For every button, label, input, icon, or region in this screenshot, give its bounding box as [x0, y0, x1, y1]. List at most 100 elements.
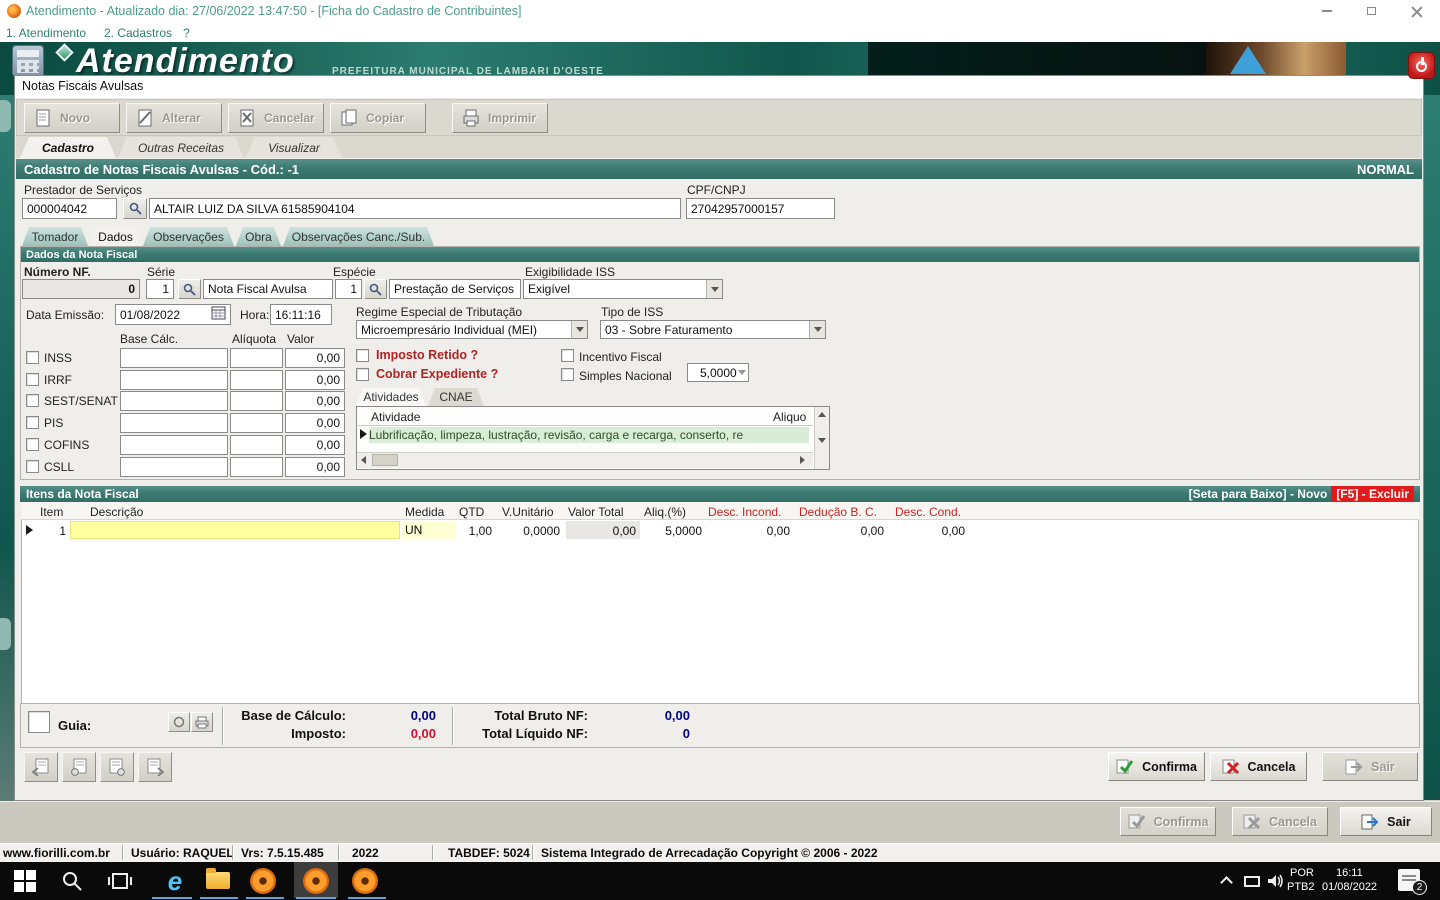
tray-clock-time[interactable]: 16:11: [1336, 867, 1363, 879]
sest-aliquota-input[interactable]: [230, 391, 283, 411]
calendar-icon[interactable]: [211, 306, 226, 323]
csll-aliquota-input[interactable]: [230, 457, 283, 477]
tray-clock-date[interactable]: 01/08/2022: [1322, 881, 1377, 893]
minimize-button[interactable]: [1312, 4, 1342, 18]
close-button[interactable]: [1402, 4, 1432, 18]
serie-desc-input[interactable]: Nota Fiscal Avulsa: [203, 279, 333, 299]
pis-valor-input[interactable]: 0,00: [285, 413, 345, 433]
cofins-base-input[interactable]: [120, 435, 228, 455]
tab-atividades[interactable]: Atividades: [356, 388, 426, 406]
alterar-button[interactable]: Alterar: [126, 103, 222, 133]
irrf-base-input[interactable]: [120, 370, 228, 390]
menu-help[interactable]: ?: [183, 26, 190, 40]
guia-checkbox[interactable]: [28, 711, 50, 733]
menu-atendimento[interactable]: 1. Atendimento: [6, 26, 86, 40]
tray-keyboard-layout[interactable]: PTB2: [1287, 881, 1315, 893]
novo-button[interactable]: Novo: [24, 103, 120, 133]
aliq-cell[interactable]: 5,0000: [644, 524, 702, 538]
scroll-right-icon[interactable]: [800, 456, 805, 464]
vunitario-cell[interactable]: 0,0000: [500, 524, 560, 538]
serie-input[interactable]: 1: [146, 279, 174, 299]
taskbar-ie-button[interactable]: e: [158, 864, 192, 898]
hscroll-thumb[interactable]: [372, 454, 398, 466]
chevron-down-icon[interactable]: [706, 280, 722, 298]
scroll-down-icon[interactable]: [818, 438, 826, 443]
tab-observacoes-canc[interactable]: Observações Canc./Sub.: [283, 227, 434, 246]
start-button[interactable]: [14, 870, 36, 892]
simples-checkbox[interactable]: [561, 368, 574, 381]
inss-valor-input[interactable]: 0,00: [285, 348, 345, 368]
tray-language[interactable]: POR: [1290, 867, 1314, 879]
outer-cancela-button[interactable]: Cancela: [1232, 807, 1328, 836]
tab-outras-receitas[interactable]: Outras Receitas: [118, 137, 244, 158]
serie-search-button[interactable]: [178, 279, 201, 299]
pis-aliquota-input[interactable]: [230, 413, 283, 433]
inss-checkbox[interactable]: [26, 351, 39, 364]
item-cell[interactable]: 1: [40, 524, 66, 538]
prestador-search-button[interactable]: [123, 198, 147, 219]
exigibilidade-select[interactable]: Exigível: [523, 279, 723, 299]
tab-cadastro[interactable]: Cadastro: [20, 137, 116, 158]
scroll-up-icon[interactable]: [818, 412, 826, 417]
tab-cnae[interactable]: CNAE: [428, 388, 484, 406]
tab-obra[interactable]: Obra: [236, 227, 281, 246]
sest-base-input[interactable]: [120, 391, 228, 411]
cancela-button[interactable]: Cancela: [1210, 752, 1307, 781]
confirma-button[interactable]: Confirma: [1108, 752, 1205, 781]
menu-cadastros[interactable]: 2. Cadastros: [104, 26, 172, 40]
desc-cond-cell[interactable]: 0,00: [895, 524, 965, 538]
desc-incond-cell[interactable]: 0,00: [720, 524, 790, 538]
task-view-button[interactable]: [108, 870, 132, 895]
taskbar-app1-button[interactable]: [250, 868, 276, 894]
cobrar-expediente-checkbox[interactable]: [356, 368, 369, 381]
prestador-name-input[interactable]: ALTAIR LUIZ DA SILVA 61585904104: [149, 198, 681, 219]
nav-prev-button[interactable]: [62, 752, 96, 782]
irrf-checkbox[interactable]: [26, 373, 39, 386]
taskbar-search-button[interactable]: [60, 869, 84, 896]
inss-base-input[interactable]: [120, 348, 228, 368]
taskbar-app3-button[interactable]: [352, 868, 378, 894]
outer-confirma-button[interactable]: Confirma: [1120, 807, 1216, 836]
chevron-down-icon[interactable]: [809, 321, 825, 338]
sest-valor-input[interactable]: 0,00: [285, 391, 345, 411]
imposto-retido-checkbox[interactable]: [356, 349, 369, 362]
nav-first-button[interactable]: [24, 752, 58, 782]
qtd-cell[interactable]: 1,00: [448, 524, 492, 538]
csll-checkbox[interactable]: [26, 460, 39, 473]
imprimir-button[interactable]: Imprimir: [452, 103, 548, 133]
volume-icon[interactable]: [1266, 872, 1286, 893]
deducao-cell[interactable]: 0,00: [814, 524, 884, 538]
taskbar-explorer-button[interactable]: [206, 868, 230, 889]
cofins-checkbox[interactable]: [26, 438, 39, 451]
network-icon[interactable]: [1244, 876, 1260, 887]
regime-select[interactable]: Microempresário Individual (MEI): [356, 320, 588, 339]
sair-button-inner[interactable]: Sair: [1322, 752, 1418, 781]
csll-valor-input[interactable]: 0,00: [285, 457, 345, 477]
valor-total-cell[interactable]: 0,00: [570, 524, 636, 538]
simples-valor-select[interactable]: 5,0000: [687, 363, 749, 382]
incentivo-checkbox[interactable]: [561, 349, 574, 362]
irrf-valor-input[interactable]: 0,00: [285, 370, 345, 390]
especie-desc-input[interactable]: Prestação de Serviços: [389, 279, 521, 299]
inss-aliquota-input[interactable]: [230, 348, 283, 368]
numero-nf-input[interactable]: 0: [22, 279, 140, 299]
especie-input[interactable]: 1: [335, 279, 362, 299]
guia-view-button[interactable]: [168, 712, 190, 732]
cofins-aliquota-input[interactable]: [230, 435, 283, 455]
descricao-cell[interactable]: [70, 521, 400, 539]
cancelar-button[interactable]: Cancelar: [228, 103, 324, 133]
cofins-valor-input[interactable]: 0,00: [285, 435, 345, 455]
power-button[interactable]: [1408, 52, 1435, 79]
pis-checkbox[interactable]: [26, 416, 39, 429]
copiar-button[interactable]: Copiar: [330, 103, 426, 133]
data-emissao-input[interactable]: 01/08/2022: [115, 304, 231, 325]
nav-next-button[interactable]: [100, 752, 134, 782]
tab-dados[interactable]: Dados: [90, 227, 141, 246]
irrf-aliquota-input[interactable]: [230, 370, 283, 390]
hora-input[interactable]: 16:11:16: [270, 304, 332, 325]
tray-expand-button[interactable]: [1220, 876, 1233, 889]
atividade-row[interactable]: Lubrificação, limpeza, lustração, revisã…: [369, 427, 809, 443]
sest-checkbox[interactable]: [26, 394, 39, 407]
guia-print-button[interactable]: [191, 712, 213, 732]
tipo-iss-select[interactable]: 03 - Sobre Faturamento: [600, 320, 826, 339]
